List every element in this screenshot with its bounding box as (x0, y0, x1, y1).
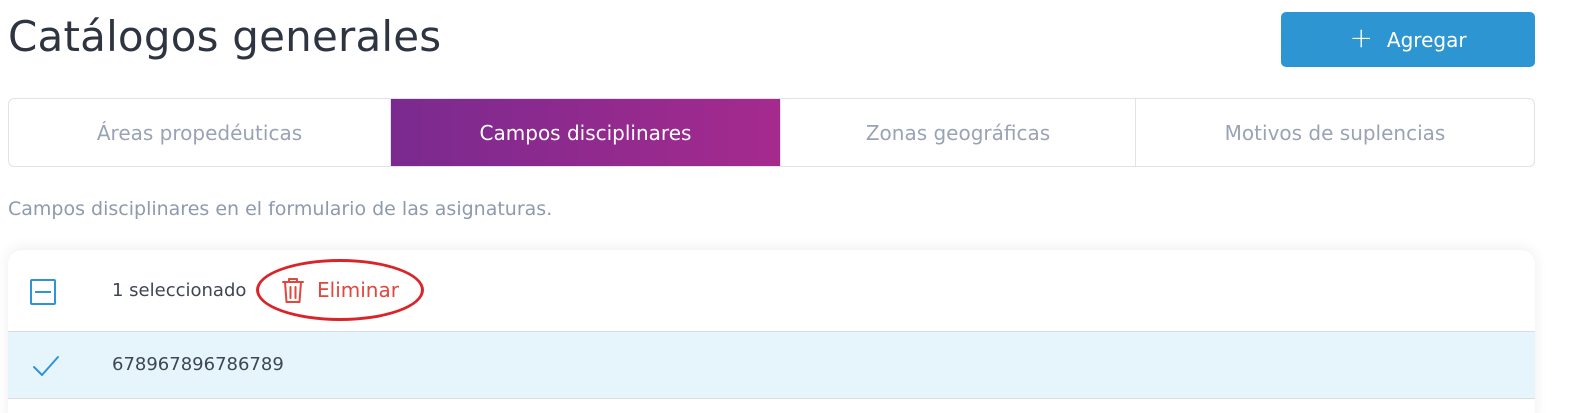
tab-description: Campos disciplinares en el formulario de… (8, 198, 553, 220)
tab-label: Campos disciplinares (479, 120, 692, 145)
tab-label: Áreas propedéuticas (96, 120, 303, 145)
tab-zonas-geograficas[interactable]: Zonas geográficas (781, 99, 1136, 166)
plus-icon: + (1349, 21, 1373, 54)
checkmark-icon[interactable] (32, 354, 60, 382)
tab-motivos-de-suplencias[interactable]: Motivos de suplencias (1136, 99, 1534, 166)
delete-button[interactable]: Eliminar (256, 259, 424, 321)
trash-icon (281, 276, 305, 304)
selected-count: 1 seleccionado (112, 280, 247, 301)
table-toolbar: 1 seleccionado Eliminar (8, 250, 1535, 332)
indeterminate-checkbox-icon (35, 291, 51, 293)
catalogs-page: Catálogos generales + Agregar Áreas prop… (0, 0, 1575, 413)
tab-campos-disciplinares[interactable]: Campos disciplinares (391, 99, 781, 166)
page-title: Catálogos generales (8, 12, 442, 61)
catalog-table: 1 seleccionado Eliminar 678967896786789 (8, 250, 1535, 413)
row-value: 678967896786789 (112, 354, 284, 375)
add-button[interactable]: + Agregar (1281, 12, 1535, 67)
catalog-tabs: Áreas propedéuticas Campos disciplinares… (8, 98, 1535, 167)
add-button-label: Agregar (1386, 27, 1467, 52)
delete-button-label: Eliminar (317, 278, 399, 302)
select-all-checkbox[interactable] (30, 279, 56, 305)
tab-areas-propedeuticas[interactable]: Áreas propedéuticas (9, 99, 391, 166)
table-row[interactable]: 678967896786789 (8, 332, 1535, 399)
tab-label: Motivos de suplencias (1224, 120, 1446, 145)
tab-label: Zonas geográficas (865, 120, 1051, 145)
